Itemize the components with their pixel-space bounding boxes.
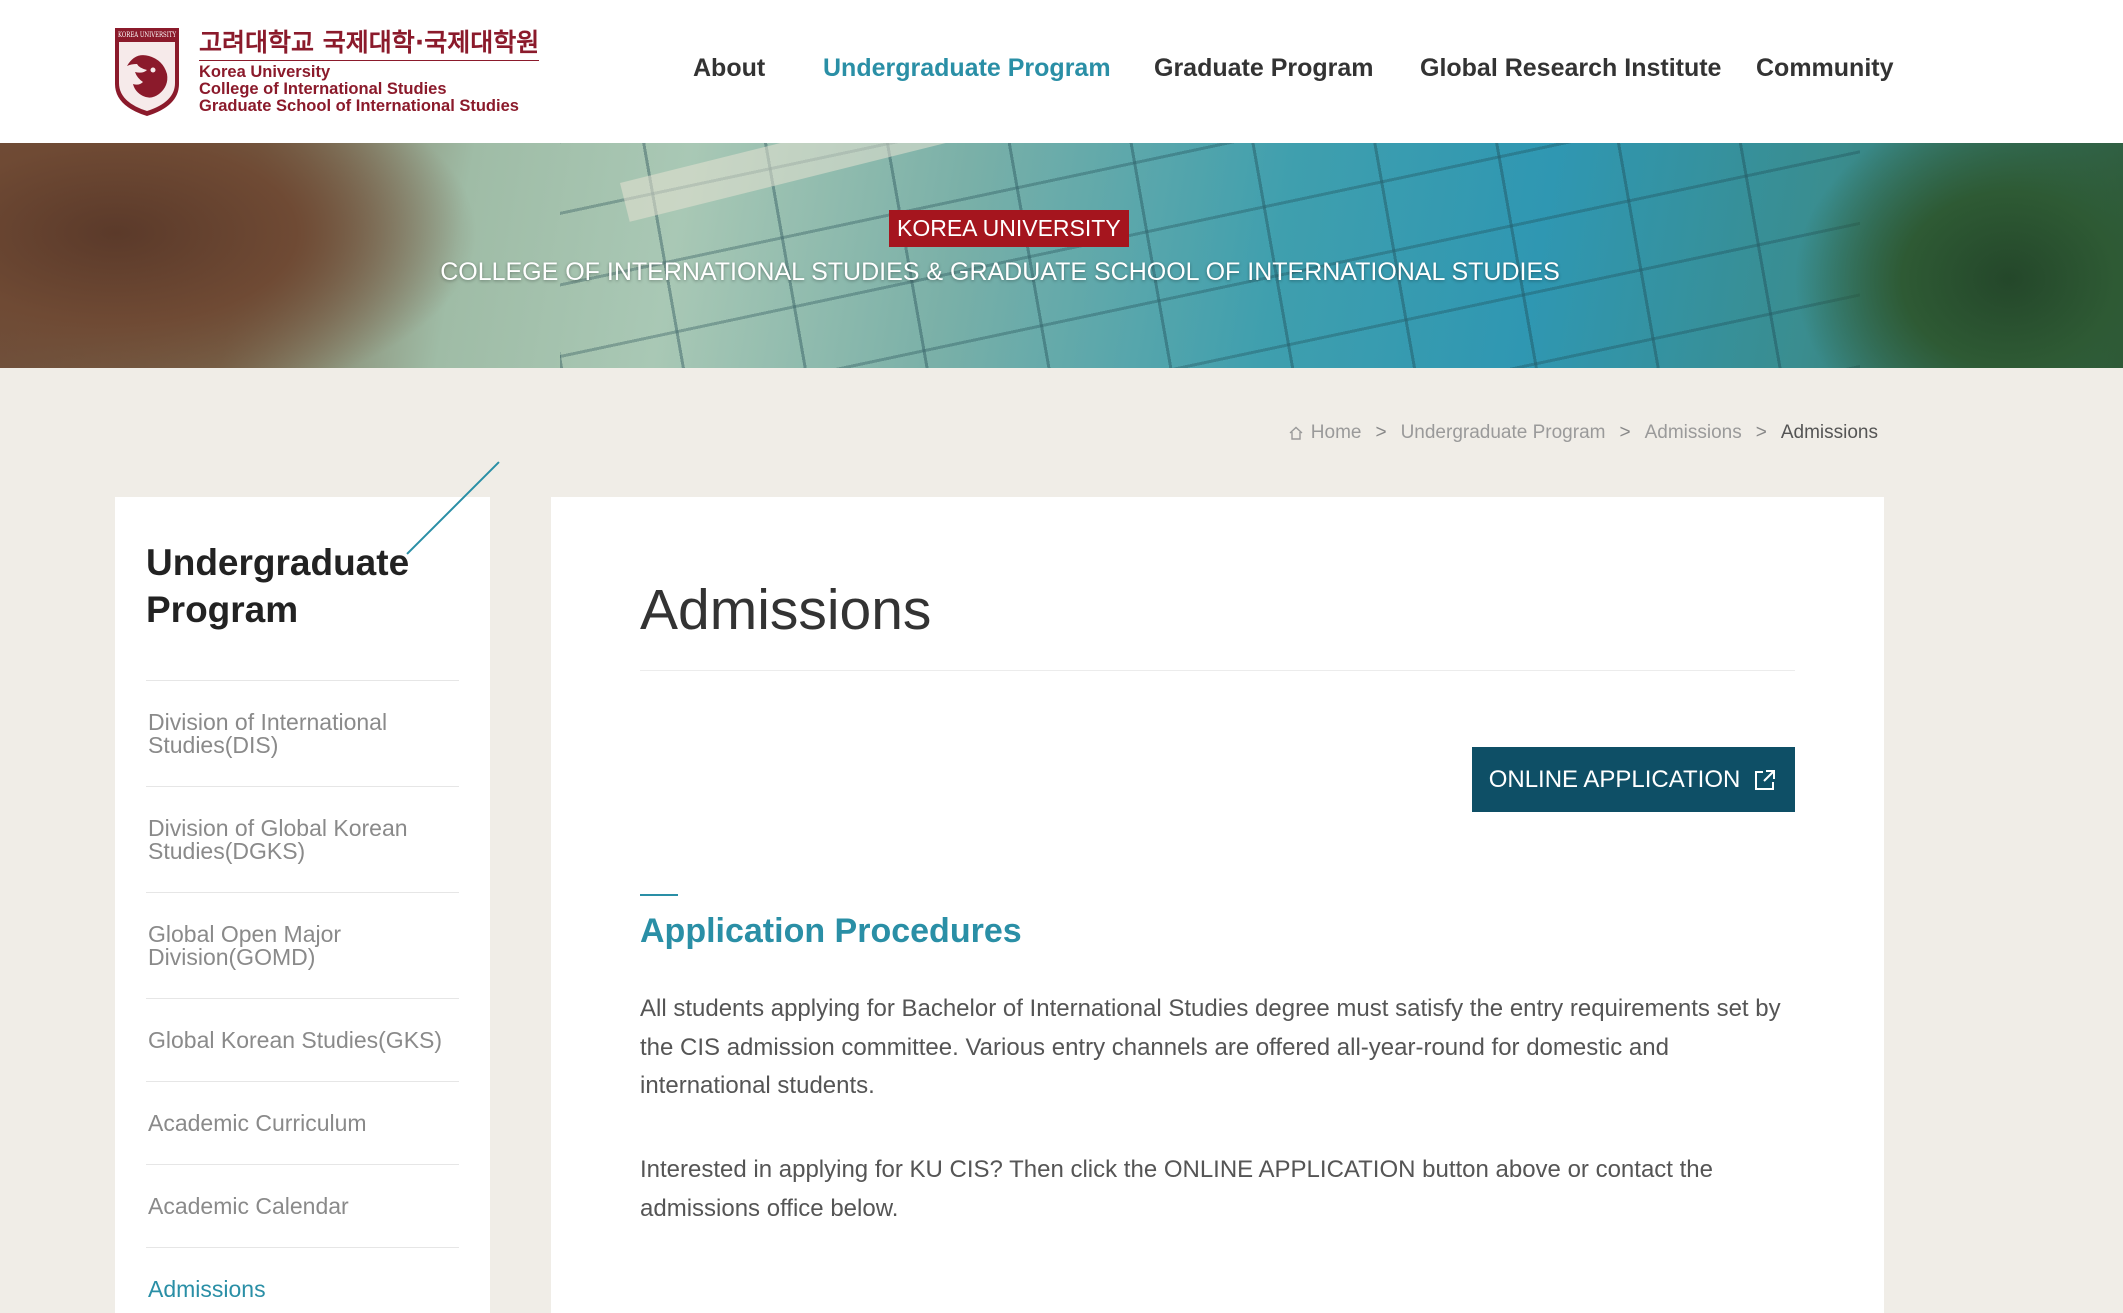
nav-community[interactable]: Community: [1756, 54, 1894, 83]
sidebar-item-gomd[interactable]: Global Open Major Division(GOMD): [146, 892, 459, 998]
nav-about[interactable]: About: [693, 54, 765, 83]
section-title: Application Procedures: [640, 912, 1022, 950]
external-link-icon: [1755, 769, 1776, 790]
sidebar-item-label: Admissions: [148, 1275, 266, 1302]
breadcrumb-undergraduate-program[interactable]: Undergraduate Program: [1401, 422, 1606, 444]
sidebar-item-dis[interactable]: Division of International Studies(DIS): [146, 680, 459, 786]
logo-line-college: College of International Studies: [199, 80, 447, 98]
sidebar-item-label: Division of International Studies(DIS): [148, 708, 388, 758]
site-logo[interactable]: KOREA UNIVERSITY 고려대학교 국제대학·국제대학원 Korea …: [113, 26, 540, 118]
banner-badge: KOREA UNIVERSITY: [889, 210, 1129, 247]
nav-undergraduate-program[interactable]: Undergraduate Program: [823, 54, 1111, 83]
online-application-button[interactable]: ONLINE APPLICATION: [1472, 747, 1795, 812]
sidebar-menu: Division of International Studies(DIS) D…: [146, 680, 459, 1313]
main-content: Admissions ONLINE APPLICATION Applicatio…: [551, 497, 1884, 1313]
sidebar-item-label: Academic Calendar: [148, 1192, 349, 1219]
sidebar-item-academic-curriculum[interactable]: Academic Curriculum: [146, 1081, 459, 1164]
site-header: KOREA UNIVERSITY 고려대학교 국제대학·국제대학원 Korea …: [0, 0, 2123, 143]
sidebar-item-label: Division of Global Korean Studies(DGKS): [148, 814, 408, 864]
logo-korean-title: 고려대학교 국제대학·국제대학원: [199, 28, 540, 61]
breadcrumb-current: Admissions: [1780, 422, 1878, 443]
online-application-label: ONLINE APPLICATION: [1488, 765, 1741, 793]
banner-trees-right: [1793, 143, 2123, 368]
breadcrumb-separator: >: [1619, 422, 1631, 443]
intro-paragraph: All students applying for Bachelor of In…: [640, 995, 1781, 1099]
banner-subtitle: COLLEGE OF INTERNATIONAL STUDIES & GRADU…: [440, 258, 1560, 286]
korea-university-emblem-icon: KOREA UNIVERSITY: [115, 28, 179, 116]
breadcrumb-admissions-parent[interactable]: Admissions: [1645, 422, 1742, 444]
logo-text-block: 고려대학교 국제대학·국제대학원 Korea University Colleg…: [199, 28, 540, 115]
nav-global-research-institute[interactable]: Global Research Institute: [1420, 54, 1721, 83]
breadcrumb: Home > Undergraduate Program > Admission…: [1288, 422, 1878, 444]
hero-banner: [0, 143, 2123, 368]
sidebar-item-label: Global Open Major Division(GOMD): [148, 920, 342, 970]
breadcrumb-separator: >: [1755, 422, 1767, 443]
page-title: Admissions: [640, 578, 932, 642]
logo-line-university: Korea University: [199, 63, 331, 81]
home-icon: [1289, 426, 1303, 440]
sidebar-item-label: Global Korean Studies(GKS): [148, 1026, 443, 1053]
sidebar: Undergraduate Program Division of Intern…: [115, 497, 490, 1313]
sidebar-item-admissions[interactable]: Admissions: [146, 1247, 459, 1313]
emblem-text: KOREA UNIVERSITY: [118, 31, 176, 39]
sidebar-item-label: Academic Curriculum: [148, 1109, 367, 1136]
breadcrumb-separator: >: [1375, 422, 1387, 443]
banner-trees-left: [0, 143, 480, 368]
nav-graduate-program[interactable]: Graduate Program: [1154, 54, 1374, 83]
section-accent-dash: [640, 894, 678, 896]
title-divider: [640, 670, 1795, 671]
sidebar-title: Undergraduate Program: [146, 542, 410, 630]
breadcrumb-home[interactable]: Home: [1311, 422, 1362, 444]
sidebar-item-gks[interactable]: Global Korean Studies(GKS): [146, 998, 459, 1081]
contact-paragraph: Interested in applying for KU CIS? Then …: [640, 1156, 1713, 1222]
logo-line-graduate-school: Graduate School of International Studies: [199, 97, 519, 115]
sidebar-item-dgks[interactable]: Division of Global Korean Studies(DGKS): [146, 786, 459, 892]
sidebar-item-academic-calendar[interactable]: Academic Calendar: [146, 1164, 459, 1247]
